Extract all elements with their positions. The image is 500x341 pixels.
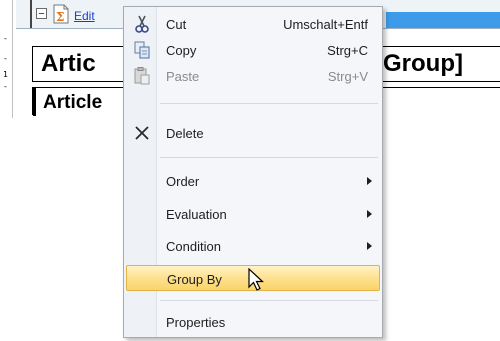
menu-item-order[interactable]: Order	[126, 168, 380, 194]
menu-item-paste[interactable]: Paste Strg+V	[126, 63, 380, 89]
edit-link[interactable]: Edit	[74, 9, 95, 23]
vertical-ruler: - - 1 -	[0, 0, 13, 118]
article-text: Article	[43, 92, 103, 113]
menu-item-label: Cut	[166, 17, 187, 32]
delete-x-icon	[135, 126, 149, 140]
mouse-cursor-icon	[248, 268, 265, 291]
ruler-mark: -	[3, 54, 8, 63]
menu-separator	[160, 103, 378, 104]
ruler-mark: -	[3, 34, 8, 43]
copy-icon	[134, 41, 150, 59]
menu-item-label: Condition	[166, 239, 221, 254]
submenu-arrow-icon	[367, 210, 372, 218]
menu-item-shortcut: Strg+C	[327, 43, 368, 58]
menu-item-label: Delete	[166, 126, 204, 141]
ruler-mark: -	[3, 82, 8, 91]
title-text-right: Group]	[383, 50, 463, 77]
menu-item-label: Paste	[166, 69, 200, 84]
menu-item-evaluation[interactable]: Evaluation	[126, 201, 380, 227]
menu-item-copy[interactable]: Copy Strg+C	[126, 37, 380, 63]
menu-item-label: Copy	[166, 43, 197, 58]
menu-item-cut[interactable]: Cut Umschalt+Entf	[126, 11, 380, 37]
menu-item-properties[interactable]: Properties	[126, 309, 380, 335]
submenu-arrow-icon	[367, 242, 372, 250]
ruler-mark: 1	[3, 70, 8, 79]
svg-text:Σ: Σ	[56, 10, 64, 24]
menu-item-label: Properties	[166, 315, 226, 330]
menu-item-shortcut: Umschalt+Entf	[283, 17, 368, 32]
menu-item-label: Evaluation	[166, 207, 227, 222]
band-highlight-strip	[386, 12, 500, 28]
title-text-left: Artic	[41, 50, 96, 77]
menu-item-delete[interactable]: Delete	[126, 120, 380, 146]
menu-item-label: Order	[166, 174, 200, 189]
submenu-arrow-icon	[367, 177, 372, 185]
paste-icon	[134, 67, 150, 85]
menu-item-condition[interactable]: Condition	[126, 233, 380, 259]
menu-item-label: Group By	[167, 272, 222, 287]
menu-separator	[160, 157, 378, 158]
menu-separator	[160, 300, 378, 301]
band-divider	[30, 0, 32, 28]
collapse-toggle[interactable]: −	[36, 8, 47, 20]
formula-edit-icon[interactable]: Σ	[52, 4, 70, 24]
menu-item-shortcut: Strg+V	[327, 69, 368, 84]
scissors-icon	[135, 15, 149, 33]
